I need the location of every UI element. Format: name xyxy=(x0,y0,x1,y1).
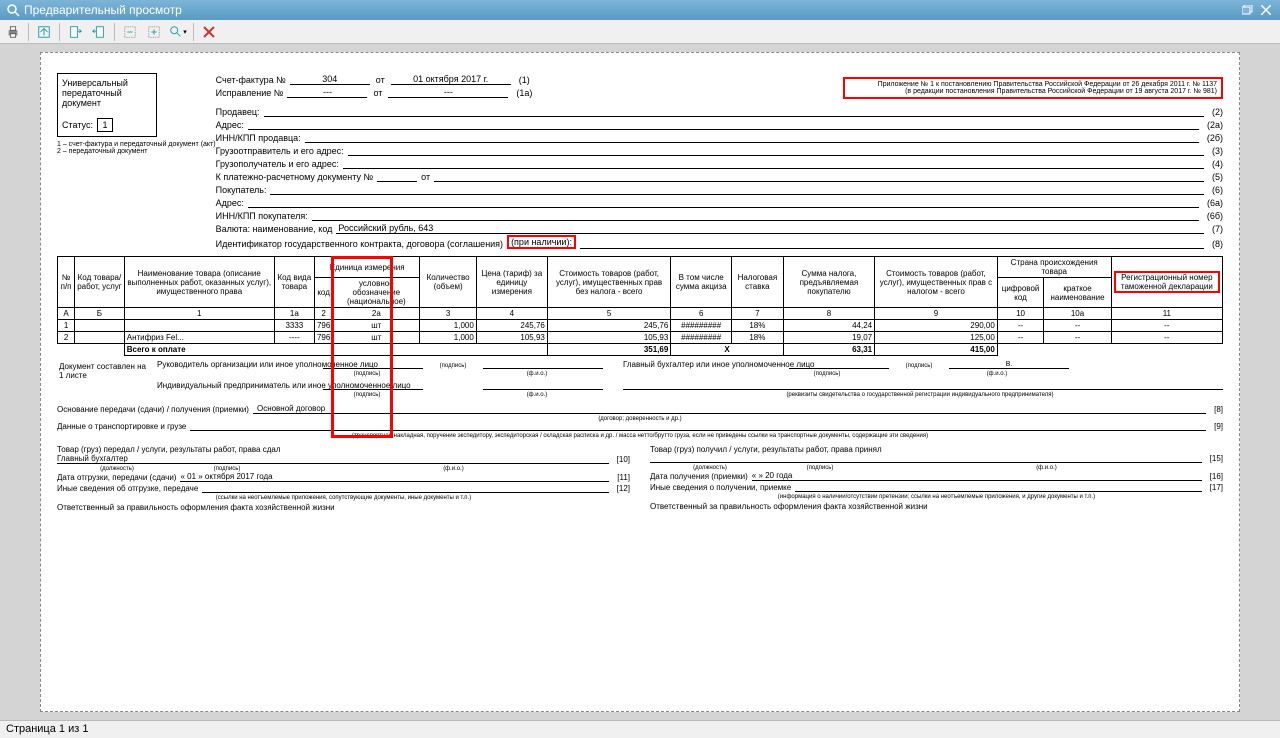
zoom-button[interactable]: ▾ xyxy=(169,23,187,41)
currency-value: Российский рубль, 643 xyxy=(336,223,1204,234)
th-costt: Стоимость товаров (работ, услуг), имущес… xyxy=(875,257,998,308)
th-tax: Сумма налога, предъявляемая покупателю xyxy=(783,257,874,308)
main-table: № п/п Код товара/ работ, услуг Наименова… xyxy=(57,256,1223,356)
fit-button[interactable] xyxy=(35,23,53,41)
doc-composed: Документ составлен на 1 листе xyxy=(57,360,157,398)
zoom-out-button[interactable] xyxy=(121,23,139,41)
th-code: Код товара/ работ, услуг xyxy=(75,257,125,308)
close-button[interactable] xyxy=(1258,3,1274,17)
next-page-button[interactable] xyxy=(90,23,108,41)
toolbar: ▾ xyxy=(0,20,1280,44)
th-price: Цена (тариф) за единицу измерения xyxy=(476,257,547,308)
th-no: № п/п xyxy=(58,257,75,308)
status-value: 1 xyxy=(97,118,113,132)
close-preview-button[interactable] xyxy=(200,23,218,41)
th-kind: Код вида товара xyxy=(274,257,314,308)
restore-button[interactable] xyxy=(1240,3,1256,17)
page-indicator: Страница 1 из 1 xyxy=(6,723,88,735)
totals-row: Всего к оплате 351,69 Х 63,31 415,00 xyxy=(58,344,1223,356)
app-icon xyxy=(6,3,20,17)
page-area[interactable]: Приложение № 1 к постановлению Правитель… xyxy=(0,44,1280,720)
th-cost: Стоимость товаров (работ, услуг), имущес… xyxy=(547,257,670,308)
status-note: 1 – счет-фактура и передаточный документ… xyxy=(57,141,216,155)
th-qty: Количество (объем) xyxy=(420,257,476,308)
print-button[interactable] xyxy=(4,23,22,41)
osn-label: Основание передачи (сдачи) / получения (… xyxy=(57,405,249,414)
table-row: 2Антифриз Fel...----796шт1,000105,93105,… xyxy=(58,332,1223,344)
th-country: Страна происхождения товара xyxy=(997,257,1111,278)
prev-page-button[interactable] xyxy=(66,23,84,41)
upd-label: Универсальный передаточный документ xyxy=(62,78,152,108)
ident-presence: (при наличии): xyxy=(507,235,576,249)
status-label: Статус: xyxy=(62,120,93,130)
table-row: 13333796шт1,000245,76245,76#########18%4… xyxy=(58,320,1223,332)
upd-label-box: Универсальный передаточный документ Стат… xyxy=(57,73,157,137)
titlebar: Предварительный просмотр xyxy=(0,0,1280,20)
zoom-in-button[interactable] xyxy=(145,23,163,41)
th-reg: Регистрационный номер таможенной деклара… xyxy=(1111,257,1222,308)
annex-line1: Приложение № 1 к постановлению Правитель… xyxy=(849,81,1217,88)
th-excise: В том числе сумма акциза xyxy=(671,257,732,308)
sf-label: Счет-фактура № xyxy=(216,75,286,85)
isp-label: Исправление № xyxy=(216,88,284,98)
highlight-col-1a xyxy=(331,256,393,438)
foot-right: Товар (груз) получил / услуги, результат… xyxy=(650,445,1223,512)
annex-line2: (в редакции постановления Правительства … xyxy=(849,88,1217,95)
statusbar: Страница 1 из 1 xyxy=(0,720,1280,738)
trans-label: Данные о транспортировке и грузе xyxy=(57,422,186,431)
app-window: Предварительный просмотр ▾ Приложение № … xyxy=(0,0,1280,738)
window-title: Предварительный просмотр xyxy=(24,3,182,17)
th-name: Наименование товара (описание выполненны… xyxy=(124,257,274,308)
sf-date: 01 октября 2017 г. xyxy=(391,74,511,85)
foot-left: Товар (груз) передал / услуги, результат… xyxy=(57,445,630,512)
sf-no: 304 xyxy=(290,74,370,85)
header-fields: Счет-фактура №304от01 октября 2017 г.(1)… xyxy=(216,73,1223,250)
document-page: Приложение № 1 к постановлению Правитель… xyxy=(40,52,1240,712)
th-rate: Налоговая ставка xyxy=(732,257,784,308)
annex-box: Приложение № 1 к постановлению Правитель… xyxy=(843,77,1223,99)
